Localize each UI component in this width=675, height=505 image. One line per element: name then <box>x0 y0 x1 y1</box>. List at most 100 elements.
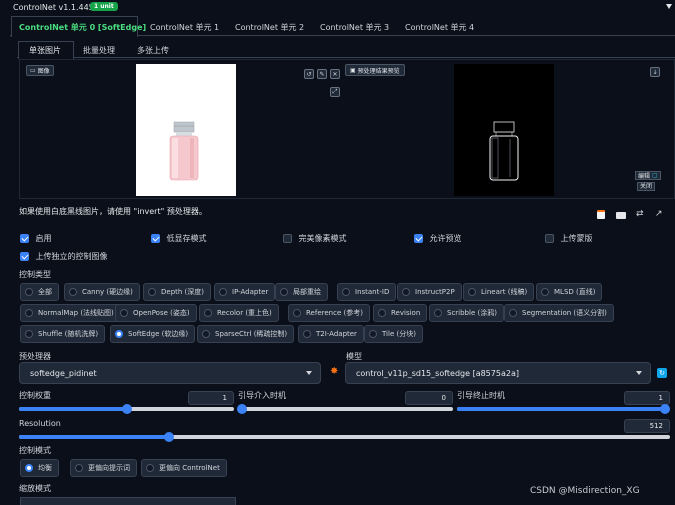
send-dimensions-icon[interactable]: ↗ <box>655 209 663 219</box>
control-type-softedge-label: SoftEdge (软边缘) <box>128 330 189 338</box>
independent-control-check[interactable] <box>20 252 29 261</box>
control-type-scribble[interactable]: Scribble (涂鸦) <box>429 304 504 322</box>
new-canvas-icon[interactable] <box>597 210 605 219</box>
end-step-label: 引导终止时机 <box>457 391 505 400</box>
radio-dot <box>342 288 350 296</box>
low-vram-check[interactable] <box>151 234 160 243</box>
upload-mask-checkbox[interactable]: 上传蒙版 <box>545 233 593 244</box>
end-step-slider[interactable] <box>457 404 670 414</box>
run-preprocessor-icon[interactable]: ✸ <box>330 367 338 377</box>
control-type-recolor[interactable]: Recolor (重上色) <box>199 304 279 322</box>
control-type-mlsd[interactable]: MLSD (直线) <box>536 283 603 301</box>
resolution-thumb[interactable] <box>163 432 174 442</box>
download-icon[interactable]: ↓ <box>650 67 660 77</box>
control-type-depth[interactable]: Depth (深度) <box>143 283 212 301</box>
source-image[interactable] <box>136 64 236 196</box>
tab-multi-upload[interactable]: 多张上传 <box>137 45 169 56</box>
start-step-thumb[interactable] <box>237 404 247 414</box>
start-step-slider[interactable] <box>237 404 453 414</box>
independent-control-label: 上传独立的控制图像 <box>35 252 108 261</box>
low-vram-checkbox[interactable]: 低显存模式 <box>151 233 207 244</box>
tab-unit-3[interactable]: ControlNet 单元 3 <box>320 22 389 33</box>
control-weight-input[interactable]: 1 <box>188 391 234 405</box>
control-type-normalmap-label: NormalMap (法线贴图) <box>38 309 114 317</box>
control-mode-prompt[interactable]: 更偏向提示词 <box>70 459 137 477</box>
control-type-revision-label: Revision <box>391 309 421 317</box>
radio-dot <box>509 309 517 317</box>
enable-checkbox[interactable]: 启用 <box>20 233 52 244</box>
control-weight-thumb[interactable] <box>121 404 132 414</box>
pixel-perfect-checkbox[interactable]: 完美像素模式 <box>283 233 347 244</box>
control-mode-balanced[interactable]: 均衡 <box>20 459 59 477</box>
preview-preprocessor-button[interactable]: ▣ 预处理结果预览 <box>345 64 405 76</box>
triangle-down-icon[interactable] <box>666 4 672 9</box>
radio-dot <box>146 464 154 472</box>
radio-dot <box>219 288 227 296</box>
end-step-thumb[interactable] <box>660 404 670 414</box>
allow-preview-check[interactable] <box>414 234 423 243</box>
resolution-fill <box>19 435 169 439</box>
radio-dot <box>434 309 442 317</box>
pixel-perfect-check[interactable] <box>283 234 292 243</box>
resolution-input[interactable]: 512 <box>624 419 670 433</box>
edit-button[interactable]: 编辑 ▢ <box>635 171 661 180</box>
resize-mode-options[interactable] <box>20 497 236 505</box>
control-type-tile[interactable]: Tile (分块) <box>364 325 423 343</box>
control-type-normalmap[interactable]: NormalMap (法线贴图) <box>20 304 121 322</box>
control-type-softedge[interactable]: SoftEdge (软边缘) <box>110 325 196 343</box>
expand-icon[interactable]: ⤢ <box>330 87 340 97</box>
undo-icon[interactable]: ↺ <box>304 69 314 79</box>
csdn-watermark: CSDN @Misdirection_XG <box>530 486 640 496</box>
camera-icon: ▣ <box>350 66 356 74</box>
control-type-shuffle[interactable]: Shuffle (随机洗牌) <box>20 325 106 343</box>
tab-batch[interactable]: 批量处理 <box>83 45 115 56</box>
enable-label: 启用 <box>35 234 52 243</box>
upload-mask-check[interactable] <box>545 234 554 243</box>
image-icon: ▭ <box>30 67 36 74</box>
radio-dot <box>202 330 210 338</box>
control-type-instructp2p[interactable]: InstructP2P <box>397 283 462 301</box>
preprocessor-select[interactable]: softedge_pidinet <box>19 362 321 384</box>
radio-dot <box>120 309 128 317</box>
close-icon[interactable]: ✕ <box>330 69 340 79</box>
radio-dot <box>402 288 410 296</box>
control-type-scribble-label: Scribble (涂鸦) <box>447 309 497 317</box>
allow-preview-checkbox[interactable]: 允许预览 <box>414 233 462 244</box>
control-type-t2i-adapter[interactable]: T2I-Adapter <box>298 325 364 343</box>
model-select[interactable]: control_v11p_sd15_softedge [a8575a2a] <box>345 362 651 384</box>
control-type-sparsectrl[interactable]: SparseCtrl (稀疏控制) <box>197 325 295 343</box>
control-type-revision[interactable]: Revision <box>373 304 428 322</box>
control-type-mlsd-label: MLSD (直线) <box>554 288 596 296</box>
camera-icon[interactable] <box>616 212 626 219</box>
brush-icon[interactable]: ✎ <box>317 69 327 79</box>
control-mode-controlnet[interactable]: 更偏向 ControlNet <box>141 459 227 477</box>
control-type-lineart[interactable]: Lineart (线稿) <box>463 283 535 301</box>
swap-icon[interactable]: ⇄ <box>636 209 644 219</box>
resolution-slider[interactable] <box>19 432 670 442</box>
control-type-canny-label: Canny (硬边缘) <box>82 288 133 296</box>
chevron-down-icon <box>636 371 642 375</box>
control-weight-slider[interactable] <box>19 404 234 414</box>
radio-dot <box>378 309 386 317</box>
control-type-depth-label: Depth (深度) <box>161 288 205 296</box>
refresh-models-icon[interactable]: ↻ <box>657 368 667 378</box>
control-type-instant-id[interactable]: Instant-ID <box>337 283 397 301</box>
start-step-input[interactable]: 0 <box>405 391 453 405</box>
tab-unit-2[interactable]: ControlNet 单元 2 <box>235 22 304 33</box>
low-vram-label: 低显存模式 <box>166 234 207 243</box>
control-type-ip-adapter[interactable]: IP-Adapter <box>214 283 276 301</box>
end-step-input[interactable]: 1 <box>624 391 670 405</box>
control-type-openpose[interactable]: OpenPose (姿态) <box>115 304 197 322</box>
control-type-canny[interactable]: Canny (硬边缘) <box>64 283 140 301</box>
enable-check[interactable] <box>20 234 29 243</box>
tab-unit-4[interactable]: ControlNet 单元 4 <box>405 22 474 33</box>
control-type-reference[interactable]: Reference (参考) <box>288 304 370 322</box>
radio-dot <box>25 288 33 296</box>
independent-control-checkbox[interactable]: 上传独立的控制图像 <box>20 251 108 262</box>
control-type-all[interactable]: 全部 <box>20 283 59 301</box>
preprocessor-label: 预处理器 <box>19 352 51 361</box>
control-type-segmentation[interactable]: Segmentation (语义分割) <box>504 304 614 322</box>
control-type-inpaint[interactable]: 局部重绘 <box>275 283 328 301</box>
close-preview-button[interactable]: 关闭 <box>637 182 656 191</box>
tab-unit-1[interactable]: ControlNet 单元 1 <box>150 22 219 33</box>
